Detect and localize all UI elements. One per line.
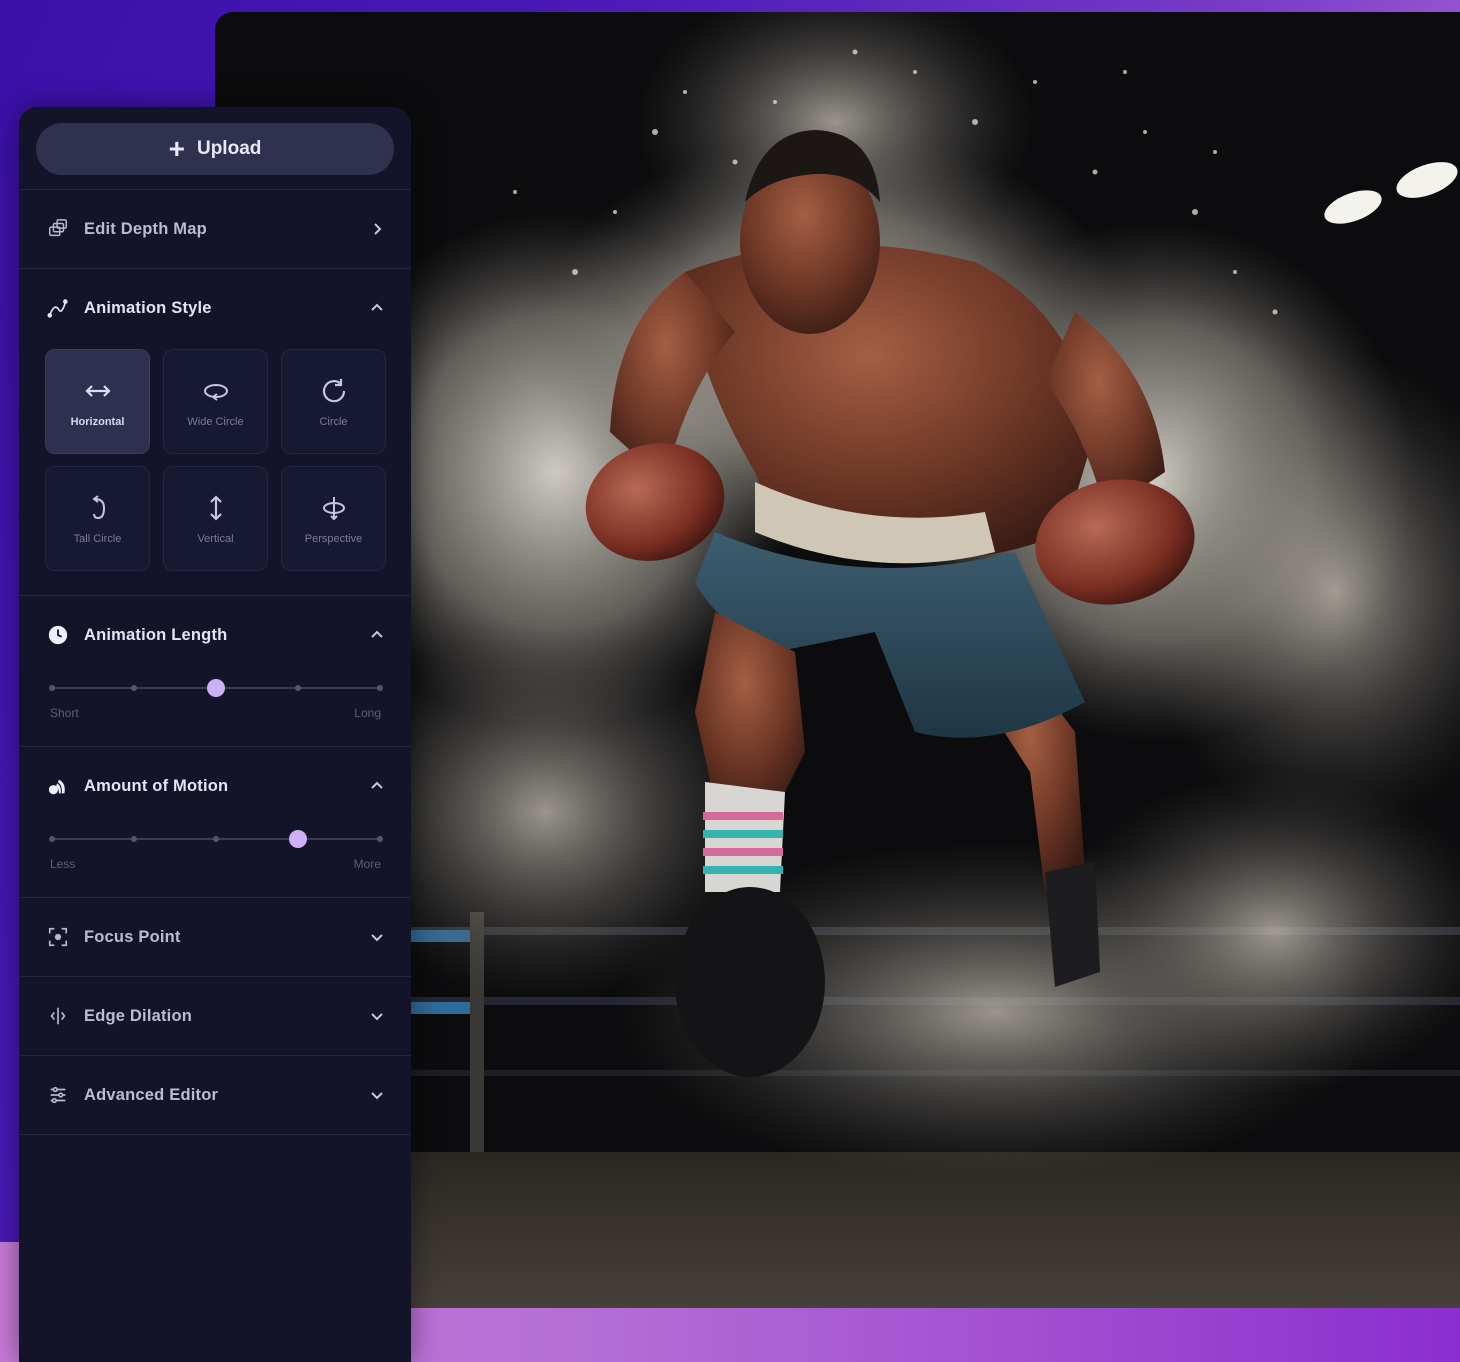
animation-length-slider-wrap: Short Long <box>19 678 411 746</box>
focus-target-icon <box>46 925 70 949</box>
chevron-up-icon <box>371 630 383 638</box>
style-option-perspective[interactable]: Perspective <box>281 466 386 571</box>
focus-point-title: Focus Point <box>84 927 181 946</box>
upload-button-label: Upload <box>196 138 262 159</box>
clock-icon <box>46 623 70 647</box>
slider-labels: Short Long <box>50 706 381 720</box>
tall-circle-icon <box>91 494 105 519</box>
style-option-label: Horizontal <box>70 415 125 428</box>
slider-max-label: Long <box>354 706 381 720</box>
layers-icon <box>46 217 70 241</box>
animation-length-section: Animation Length Short Long <box>19 596 411 747</box>
edit-depth-map-section: Edit Depth Map <box>19 190 411 269</box>
slider-step-dot <box>49 836 55 842</box>
edge-dilation-section: Edge Dilation <box>19 977 411 1056</box>
slider-step-dot <box>130 836 137 842</box>
style-option-tall-circle[interactable]: Tall Circle <box>45 466 150 571</box>
style-option-wide-circle[interactable]: Wide Circle <box>163 349 268 454</box>
style-option-circle[interactable]: Circle <box>281 349 386 454</box>
sliders-icon <box>46 1083 70 1107</box>
slider-labels: Less More <box>50 857 381 871</box>
slider-step-dot <box>376 836 383 842</box>
amount-of-motion-slider[interactable] <box>49 829 383 849</box>
animation-style-title: Animation Style <box>84 298 212 317</box>
animation-length-title: Animation Length <box>84 625 228 644</box>
focus-point-section: Focus Point <box>19 898 411 977</box>
plus-icon: + <box>168 133 185 164</box>
circle-arrow-icon <box>322 378 345 402</box>
edge-dilation-title: Edge Dilation <box>84 1006 193 1025</box>
chevron-down-icon <box>371 934 383 942</box>
edge-dilation-header[interactable]: Edge Dilation <box>19 977 411 1055</box>
style-option-vertical[interactable]: Vertical <box>163 466 268 571</box>
animation-length-header[interactable]: Animation Length <box>19 596 411 674</box>
slider-step-dot <box>49 685 55 691</box>
chevron-down-icon <box>371 1013 383 1021</box>
settings-panel: + Upload Edit Depth Map Animation Style … <box>19 107 411 1362</box>
animation-style-header[interactable]: Animation Style <box>19 269 411 347</box>
style-option-label: Tall Circle <box>73 532 122 545</box>
slider-max-label: More <box>353 857 381 871</box>
edit-depth-map-header[interactable]: Edit Depth Map <box>19 190 411 268</box>
vertical-arrows-icon <box>209 494 222 521</box>
edge-dilation-icon <box>46 1004 70 1028</box>
slider-step-dot <box>212 836 219 842</box>
animation-curve-icon <box>46 296 70 320</box>
chevron-up-icon <box>371 303 383 311</box>
edit-depth-map-title: Edit Depth Map <box>84 219 207 238</box>
animation-length-slider[interactable] <box>49 678 383 698</box>
chevron-right-icon <box>374 223 382 235</box>
amount-of-motion-slider-wrap: Less More <box>19 829 411 897</box>
perspective-icon <box>322 496 345 520</box>
advanced-editor-section: Advanced Editor <box>19 1056 411 1135</box>
slider-step-dot <box>376 685 383 691</box>
advanced-editor-title: Advanced Editor <box>84 1085 219 1104</box>
animation-style-grid: Horizontal Wide Circle Circle Tall Circl… <box>19 347 411 595</box>
slider-min-label: Short <box>50 706 79 720</box>
slider-step-dot <box>294 685 301 691</box>
slider-step-dot <box>130 685 137 691</box>
chevron-down-icon <box>371 1092 383 1100</box>
style-option-horizontal[interactable]: Horizontal <box>45 349 150 454</box>
amount-of-motion-title: Amount of Motion <box>84 776 229 795</box>
style-option-label: Vertical <box>197 532 234 545</box>
style-option-label: Wide Circle <box>187 415 244 428</box>
upload-section: + Upload <box>19 107 411 190</box>
wide-circle-icon <box>203 383 228 401</box>
focus-point-header[interactable]: Focus Point <box>19 898 411 976</box>
horizontal-arrows-icon <box>84 384 111 397</box>
chevron-up-icon <box>371 781 383 789</box>
advanced-editor-header[interactable]: Advanced Editor <box>19 1056 411 1134</box>
upload-button[interactable]: + Upload <box>36 123 394 175</box>
animation-style-section: Animation Style Horizontal Wide Circle C… <box>19 269 411 596</box>
slider-knob[interactable] <box>206 679 225 697</box>
motion-waves-icon <box>46 774 70 798</box>
slider-min-label: Less <box>50 857 76 871</box>
style-option-label: Circle <box>319 415 348 428</box>
amount-of-motion-section: Amount of Motion Less More <box>19 747 411 898</box>
amount-of-motion-header[interactable]: Amount of Motion <box>19 747 411 825</box>
style-option-label: Perspective <box>304 532 363 545</box>
slider-knob[interactable] <box>288 830 307 848</box>
